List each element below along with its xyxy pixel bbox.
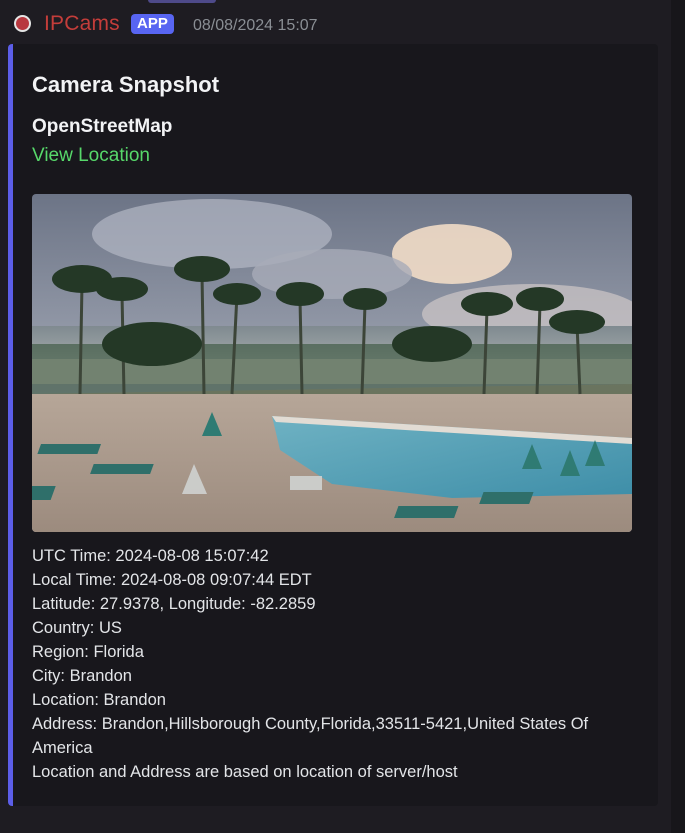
coordinates: Latitude: 27.9378, Longitude: -82.2859 — [32, 595, 316, 613]
embed-card: Camera Snapshot OpenStreetMap View Locat… — [8, 44, 658, 806]
embed-title: Camera Snapshot — [32, 72, 220, 97]
local-time: Local Time: 2024-08-08 09:07:44 EDT — [32, 571, 312, 589]
country: Country: US — [32, 619, 122, 637]
scrollbar-rail[interactable] — [671, 0, 685, 833]
field-name: OpenStreetMap — [32, 116, 173, 137]
username[interactable]: IPCams — [44, 12, 120, 36]
location: Location: Brandon — [32, 691, 166, 709]
view-location-link[interactable]: View Location — [32, 145, 150, 167]
app-badge: APP — [131, 14, 174, 34]
avatar[interactable] — [14, 15, 31, 32]
address: Address: Brandon,Hillsborough County,Flo… — [32, 715, 589, 757]
location-note: Location and Address are based on locati… — [32, 763, 458, 781]
utc-time: UTC Time: 2024-08-08 15:07:42 — [32, 547, 269, 565]
city: City: Brandon — [32, 667, 132, 685]
camera-details: UTC Time: 2024-08-08 15:07:42 Local Time… — [32, 544, 632, 784]
message-header: IPCams APP 08/08/2024 15:07 — [0, 0, 685, 44]
camera-snapshot-image[interactable] — [32, 194, 632, 532]
region: Region: Florida — [32, 643, 144, 661]
message-timestamp: 08/08/2024 15:07 — [193, 17, 318, 34]
